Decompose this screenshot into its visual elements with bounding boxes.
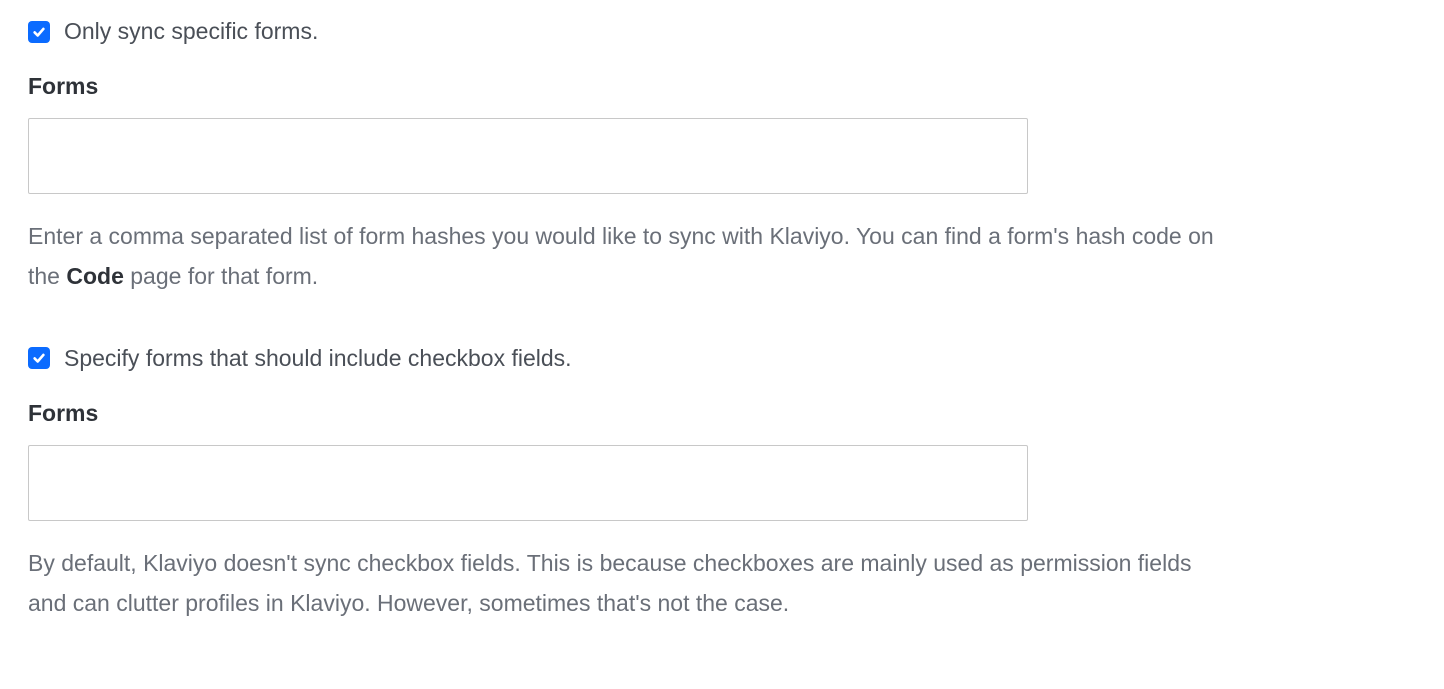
sync-specific-forms-section: Only sync specific forms. Forms Enter a … bbox=[28, 18, 1416, 297]
checkmark-icon bbox=[32, 351, 46, 365]
sync-specific-forms-checkbox[interactable] bbox=[28, 21, 50, 43]
forms-field-label-1: Forms bbox=[28, 73, 1416, 100]
forms-input-2[interactable] bbox=[28, 445, 1028, 521]
forms-help-text-1: Enter a comma separated list of form has… bbox=[28, 216, 1228, 297]
checkbox-fields-section: Specify forms that should include checkb… bbox=[28, 345, 1416, 624]
forms-help-text-2: By default, Klaviyo doesn't sync checkbo… bbox=[28, 543, 1228, 624]
checkbox-fields-checkbox-row: Specify forms that should include checkb… bbox=[28, 345, 1416, 372]
sync-specific-forms-checkbox-label: Only sync specific forms. bbox=[64, 18, 318, 45]
checkmark-icon bbox=[32, 25, 46, 39]
sync-specific-forms-checkbox-row: Only sync specific forms. bbox=[28, 18, 1416, 45]
forms-input-1[interactable] bbox=[28, 118, 1028, 194]
checkbox-fields-checkbox[interactable] bbox=[28, 347, 50, 369]
checkbox-fields-checkbox-label: Specify forms that should include checkb… bbox=[64, 345, 572, 372]
forms-field-label-2: Forms bbox=[28, 400, 1416, 427]
help-text-strong: Code bbox=[66, 263, 124, 289]
help-text-post: page for that form. bbox=[124, 263, 318, 289]
